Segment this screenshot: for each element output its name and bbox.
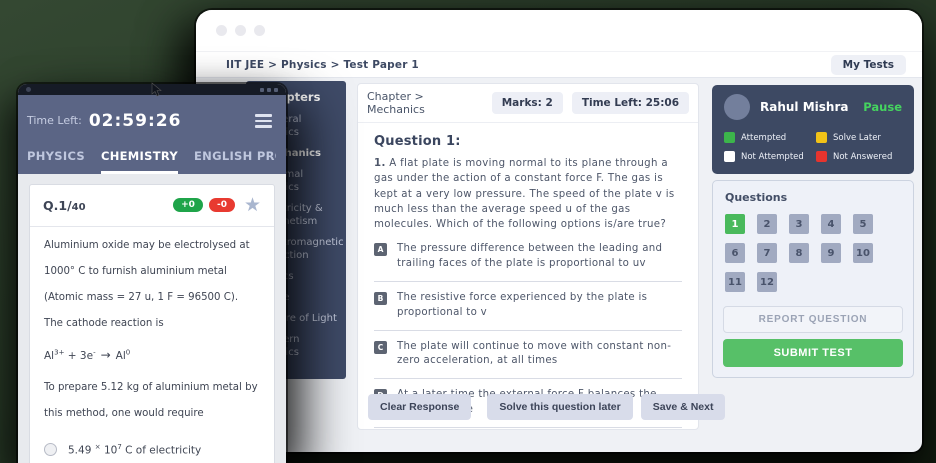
question-number-4[interactable]: 4 (821, 214, 841, 234)
mobile-question-header: Q.1/40 +0 -0 ★ (30, 185, 274, 227)
marks-badge: Marks: 2 (492, 92, 563, 114)
option-letter-badge: B (374, 292, 387, 305)
tab-english-proficiency[interactable]: ENGLISH PROFICIENCY (194, 149, 276, 174)
status-panel: Rahul Mishra Pause Attempted Solve Later… (712, 85, 914, 378)
save-next-button[interactable]: Save & Next (641, 394, 726, 420)
tab-physics[interactable]: PHYSICS (27, 149, 85, 174)
desktop-browser-window: IIT JEE > Physics > Test Paper 1 My Test… (196, 10, 922, 452)
question-number: 1. (374, 158, 386, 169)
top-nav-bar: IIT JEE > Physics > Test Paper 1 My Test… (196, 51, 922, 78)
question-number-1[interactable]: 1 (725, 214, 745, 234)
hamburger-menu-icon[interactable] (251, 110, 276, 132)
questions-card: Questions 1 2 3 4 5 6 7 8 9 10 11 12 REP… (712, 180, 914, 378)
breadcrumb[interactable]: IIT JEE > Physics > Test Paper 1 (226, 59, 419, 71)
option-c[interactable]: C The plate will continue to move with c… (374, 340, 682, 370)
prepare-text: To prepare 5.12 kg of aluminium metal by… (44, 375, 260, 427)
not-answered-swatch-icon (816, 151, 827, 162)
status-legend: Attempted Solve Later Not Attempted Not … (724, 132, 902, 162)
question-number-8[interactable]: 8 (789, 243, 809, 263)
question-number-11[interactable]: 11 (725, 272, 745, 292)
divider (374, 281, 682, 282)
question-text: 1. A flat plate is moving normal to its … (374, 156, 682, 232)
question-counter: Q.1/40 (43, 198, 86, 213)
divider (374, 330, 682, 331)
report-question-button[interactable]: REPORT QUESTION (723, 306, 903, 333)
question-card: Chapter > Mechanics Marks: 2 Time Left: … (357, 83, 699, 430)
time-left-badge: Time Left: 25:06 (572, 92, 689, 114)
window-control-icon[interactable] (254, 25, 265, 36)
window-control-icon[interactable] (216, 25, 227, 36)
time-left-label: Time Left: (27, 114, 82, 127)
camera-icon (26, 87, 31, 92)
question-footer: Clear Response Solve this question later… (358, 394, 698, 420)
question-number-12[interactable]: 12 (757, 272, 777, 292)
mouse-cursor-icon (151, 82, 163, 98)
solve-later-button[interactable]: Solve this question later (487, 394, 632, 420)
option-a[interactable]: A The pressure difference between the le… (374, 242, 682, 272)
cathode-reaction: Al3+ + 3e-→Al0 (44, 346, 260, 365)
window-titlebar (196, 10, 922, 51)
question-title: Question 1: (374, 134, 682, 149)
legend-not-attempted: Not Attempted (724, 151, 810, 162)
question-number-5[interactable]: 5 (853, 214, 873, 234)
divider (374, 427, 682, 428)
question-body: Question 1: 1. A flat plate is moving no… (358, 123, 698, 428)
clear-response-button[interactable]: Clear Response (368, 394, 471, 420)
option-letter-badge: A (374, 243, 387, 256)
question-number-9[interactable]: 9 (821, 243, 841, 263)
subject-tabs: PHYSICS CHEMISTRY ENGLISH PROFICIENCY (27, 149, 276, 174)
mobile-option-1[interactable]: 5.49 × 107 C of electricity (30, 443, 274, 457)
not-attempted-swatch-icon (724, 151, 735, 162)
legend-attempted: Attempted (724, 132, 810, 143)
user-name: Rahul Mishra (760, 100, 853, 114)
question-paragraph: Aluminium oxide may be electrolysed at 1… (44, 233, 260, 337)
divider (374, 378, 682, 379)
mobile-header: Time Left: 02:59:26 PHYSICS CHEMISTRY EN… (18, 95, 286, 174)
tab-chemistry[interactable]: CHEMISTRY (101, 149, 178, 174)
questions-title: Questions (725, 191, 901, 204)
arrow-icon: → (101, 348, 111, 362)
positive-marks-badge: +0 (173, 198, 203, 212)
submit-test-button[interactable]: SUBMIT TEST (723, 339, 903, 367)
question-number-6[interactable]: 6 (725, 243, 745, 263)
avatar (724, 94, 750, 120)
status-icons (260, 88, 278, 92)
legend-solve-later: Solve Later (816, 132, 902, 143)
time-left-value: 02:59:26 (89, 111, 182, 131)
question-number-10[interactable]: 10 (853, 243, 873, 263)
negative-marks-badge: -0 (209, 198, 235, 212)
window-control-icon[interactable] (235, 25, 246, 36)
question-number-grid: 1 2 3 4 5 6 7 8 9 10 11 12 (725, 214, 901, 292)
mobile-question-card: Q.1/40 +0 -0 ★ Aluminium oxide may be el… (29, 184, 275, 463)
option-b[interactable]: B The resistive force experienced by the… (374, 291, 682, 321)
question-card-header: Chapter > Mechanics Marks: 2 Time Left: … (358, 84, 698, 123)
mobile-question-text: Aluminium oxide may be electrolysed at 1… (30, 227, 274, 427)
my-tests-button[interactable]: My Tests (831, 55, 906, 75)
option-letter-badge: C (374, 341, 387, 354)
chapter-breadcrumb: Chapter > Mechanics (367, 90, 483, 116)
solve-later-swatch-icon (816, 132, 827, 143)
question-number-3[interactable]: 3 (789, 214, 809, 234)
mobile-body: Q.1/40 +0 -0 ★ Aluminium oxide may be el… (18, 174, 286, 463)
desktop-content: Chapters General Physics Mechanics Therm… (196, 78, 922, 452)
profile-card: Rahul Mishra Pause Attempted Solve Later… (712, 85, 914, 174)
question-number-7[interactable]: 7 (757, 243, 777, 263)
question-number-2[interactable]: 2 (757, 214, 777, 234)
attempted-swatch-icon (724, 132, 735, 143)
legend-not-answered: Not Answered (816, 151, 902, 162)
radio-button-icon[interactable] (44, 443, 57, 456)
mobile-app-window: Time Left: 02:59:26 PHYSICS CHEMISTRY EN… (18, 84, 286, 463)
bookmark-star-icon[interactable]: ★ (244, 196, 261, 215)
pause-button[interactable]: Pause (863, 100, 902, 114)
